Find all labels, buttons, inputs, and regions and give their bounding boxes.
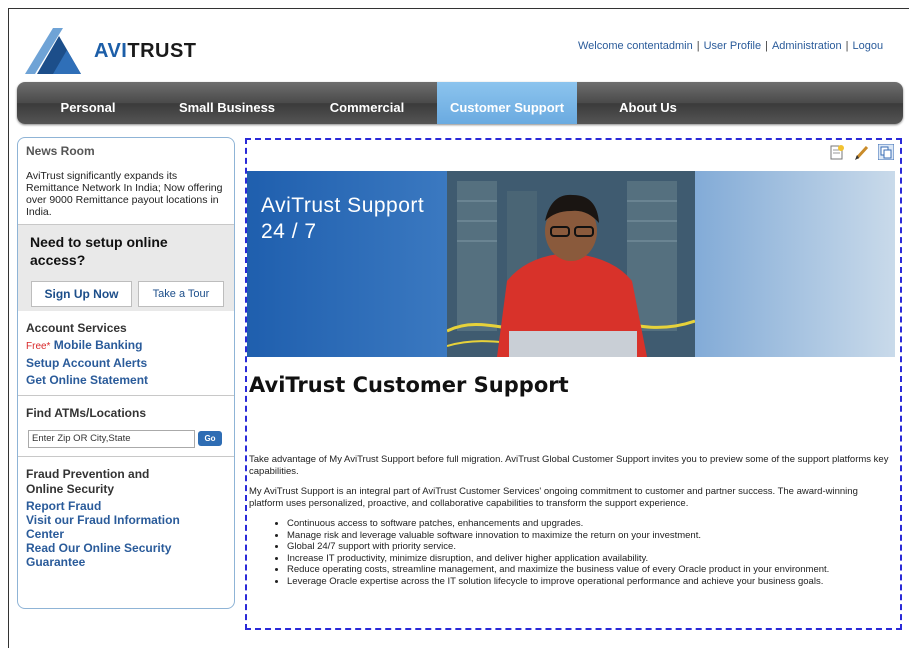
- report-fraud-link[interactable]: Report Fraud: [26, 499, 226, 513]
- welcome-link[interactable]: Welcome contentadmin: [578, 40, 693, 52]
- news-room: News Room AviTrust significantly expands…: [18, 138, 234, 225]
- setup-alerts-link[interactable]: Setup Account Alerts: [26, 355, 226, 372]
- nav-commercial[interactable]: Commercial: [307, 82, 427, 124]
- list-item: Manage risk and leverage valuable softwa…: [287, 530, 889, 542]
- fraud-prevention: Fraud Prevention and Online Security Rep…: [18, 457, 234, 575]
- setup-online-access: Need to setup online access? Sign Up Now…: [18, 225, 234, 311]
- edit-properties-icon[interactable]: [829, 144, 845, 160]
- copy-icon[interactable]: [877, 143, 895, 161]
- nav-about-us[interactable]: About Us: [587, 82, 709, 124]
- edit-toolbar: [825, 143, 895, 162]
- setup-title: Need to setup online access?: [30, 234, 168, 268]
- mobile-banking-link[interactable]: Free* Mobile Banking: [26, 337, 226, 355]
- news-item[interactable]: AviTrust significantly expands its Remit…: [26, 170, 226, 218]
- sign-up-button[interactable]: Sign Up Now: [31, 281, 132, 307]
- account-services-title: Account Services: [26, 321, 127, 335]
- find-atms-title: Find ATMs/Locations: [26, 406, 146, 420]
- logo-mark-icon: [25, 28, 81, 74]
- security-guarantee-link[interactable]: Read Our Online Security Guarantee: [26, 541, 191, 569]
- main-nav: Personal Small Business Commercial Custo…: [17, 82, 903, 124]
- page-heading: AviTrust Customer Support: [249, 373, 569, 397]
- account-services: Account Services Free* Mobile Banking Se…: [18, 311, 234, 396]
- find-atms: Find ATMs/Locations Enter Zip OR City,St…: [18, 396, 234, 457]
- body-text: Take advantage of My AviTrust Support be…: [249, 454, 889, 587]
- list-item: Increase IT productivity, minimize disru…: [287, 553, 889, 565]
- logout-link[interactable]: Logou: [853, 40, 884, 52]
- fraud-info-center-link[interactable]: Visit our Fraud Information Center: [26, 513, 201, 541]
- list-item: Leverage Oracle expertise across the IT …: [287, 576, 889, 588]
- nav-customer-support[interactable]: Customer Support: [437, 82, 577, 124]
- free-tag: Free*: [26, 341, 51, 352]
- nav-small-business[interactable]: Small Business: [162, 82, 292, 124]
- news-room-title: News Room: [26, 144, 95, 158]
- support-banner: AviTrust Support 24 / 7: [247, 171, 895, 357]
- online-statement-link[interactable]: Get Online Statement: [26, 372, 226, 389]
- list-item: Continuous access to software patches, e…: [287, 518, 889, 530]
- logo-text: AVITRUST: [94, 40, 197, 62]
- sidebar: News Room AviTrust significantly expands…: [17, 137, 235, 609]
- content-region: AviTrust Support 24 / 7 AviTrust Custome…: [245, 138, 902, 630]
- nav-personal[interactable]: Personal: [27, 82, 149, 124]
- top-links: Welcome contentadmin | User Profile | Admini…: [578, 40, 884, 52]
- user-profile-link[interactable]: User Profile: [704, 40, 761, 52]
- description-paragraph: My AviTrust Support is an integral part …: [249, 486, 858, 509]
- fraud-title: Fraud Prevention and Online Security: [26, 467, 150, 496]
- benefits-list: Continuous access to software patches, e…: [249, 518, 889, 587]
- list-item: Global 24/7 support with priority servic…: [287, 541, 889, 553]
- banner-text: AviTrust Support 24 / 7: [261, 194, 425, 243]
- administration-link[interactable]: Administration: [772, 40, 842, 52]
- pencil-icon[interactable]: [854, 144, 870, 160]
- take-tour-button[interactable]: Take a Tour: [138, 281, 224, 307]
- go-button[interactable]: Go: [198, 431, 222, 446]
- intro-paragraph: Take advantage of My AviTrust Support be…: [249, 454, 889, 477]
- support-agent-photo: [447, 171, 695, 357]
- zip-input[interactable]: Enter Zip OR City,State: [28, 430, 195, 448]
- list-item: Reduce operating costs, streamline manag…: [287, 564, 889, 576]
